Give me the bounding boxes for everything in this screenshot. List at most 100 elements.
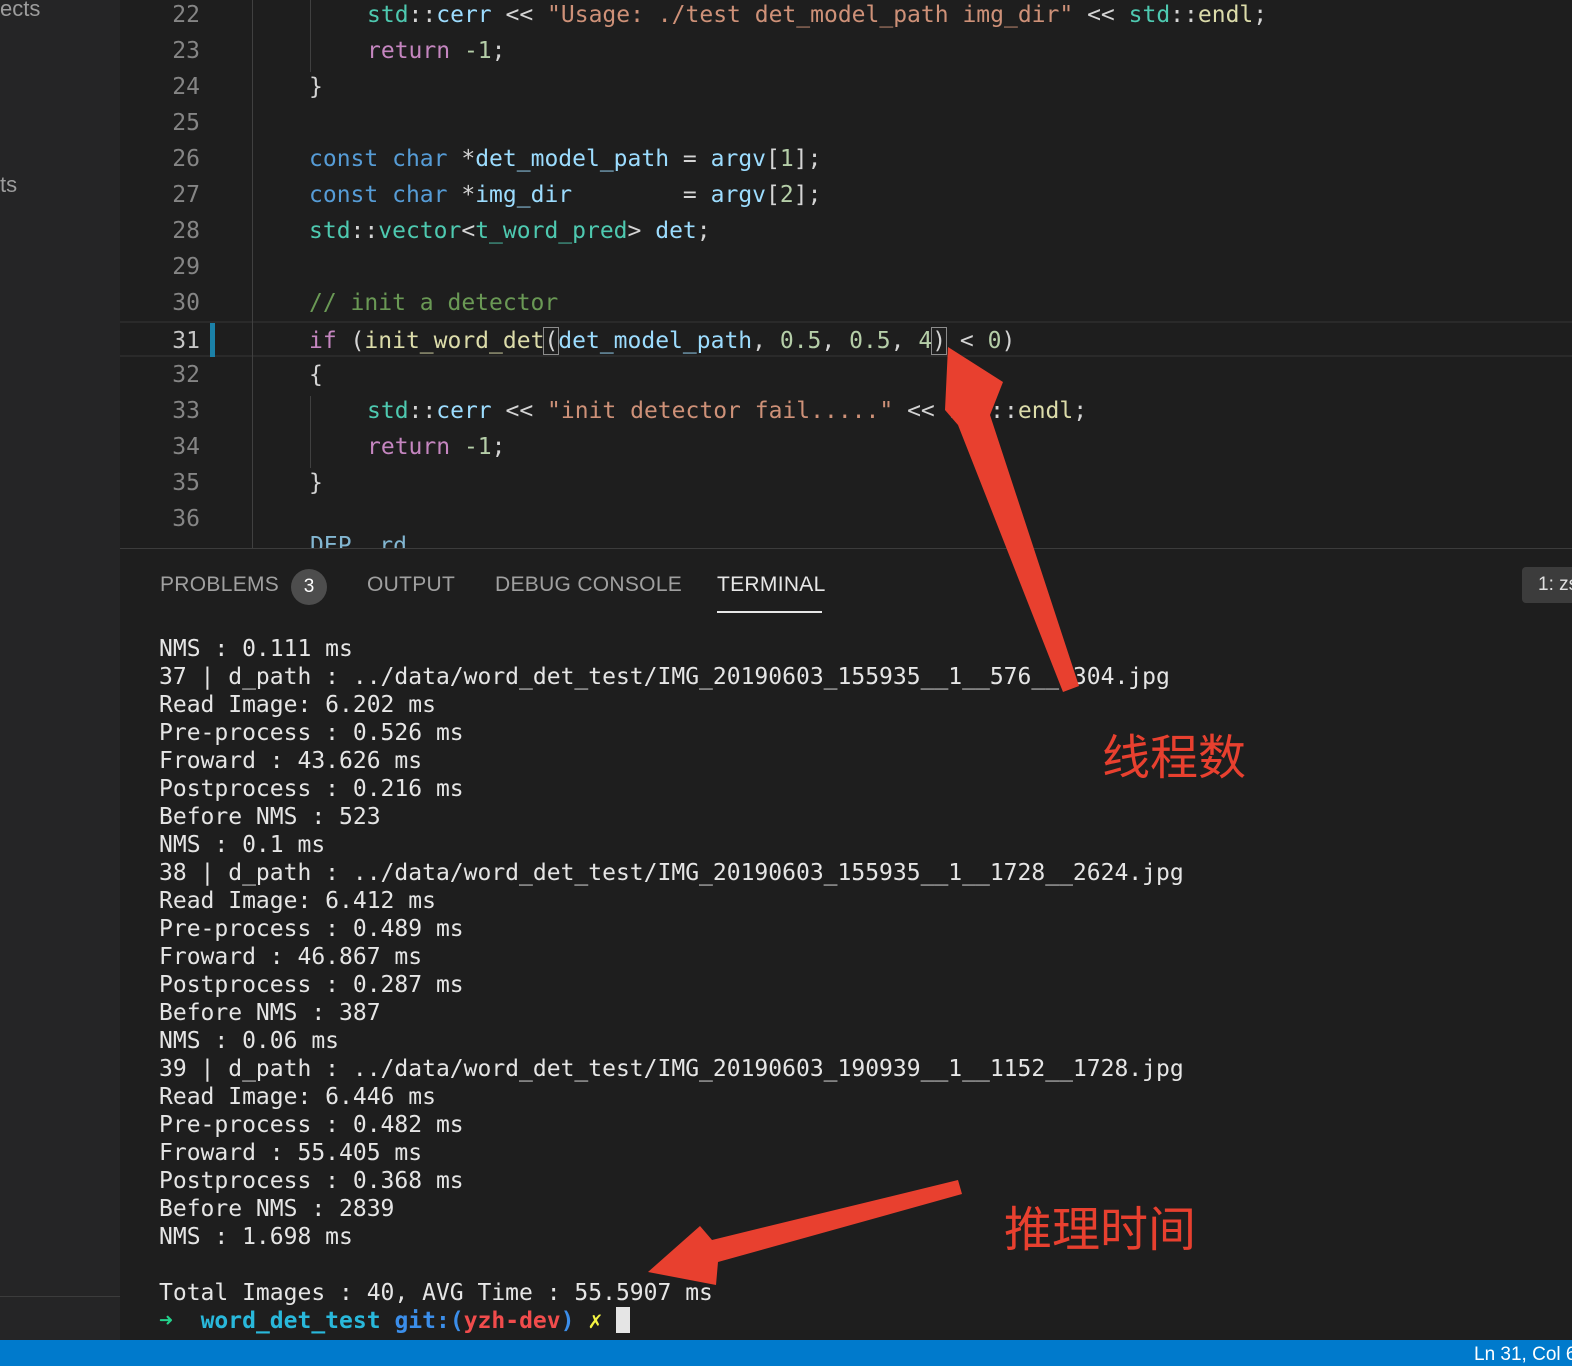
code-token: << [491,2,548,28]
tab-terminal[interactable]: TERMINAL [717,573,826,597]
code-text: } [309,465,323,501]
terminal-line: NMS : 0.06 ms [159,1028,340,1054]
code-token: ( [336,328,365,354]
prompt-git-label: git:( [394,1308,464,1334]
code-token: det_model_path [558,328,753,354]
code-token: 0.5 [779,328,822,354]
terminal-selector-dropdown[interactable]: 1: zsh [1522,567,1572,603]
code-line[interactable]: 25 [120,105,1572,141]
sidebar-fragment-text[interactable]: ects [0,0,40,22]
status-bar: Ln 31, Col 62 [0,1340,1572,1366]
code-line[interactable]: 28 std::vector<t_word_pred> det; [120,213,1572,249]
code-token: :: [408,398,437,424]
code-token: << [893,398,949,424]
terminal-line: NMS : 0.1 ms [159,832,326,858]
code-line[interactable]: 34 return -1; [120,429,1572,465]
code-token: , [821,328,850,354]
code-line[interactable]: 29 [120,249,1572,285]
code-token: , [890,328,919,354]
code-line[interactable]: 26 const char *det_model_path = argv[1]; [120,141,1572,177]
code-token: ]; [793,182,822,208]
terminal-line: NMS : 0.111 ms [159,636,353,662]
line-number: 33 [172,398,200,424]
code-line[interactable]: 30 // init a detector [120,285,1572,321]
code-token: :: [350,218,379,244]
code-token: :: [990,398,1018,424]
terminal-line: Read Image: 6.446 ms [159,1084,436,1110]
code-token: std [367,398,409,424]
code-line[interactable]: 32 { [120,357,1572,393]
terminal-line: NMS : 1.698 ms [159,1224,353,1250]
partial-code-line: DEP rd [310,533,407,548]
prompt-git-branch: yzh-dev [463,1308,561,1334]
code-line[interactable]: 27 const char *img_dir = argv[2]; [120,177,1572,213]
line-number: 23 [172,38,200,64]
bottom-panel: PROBLEMS 3 OUTPUT DEBUG CONSOLE TERMINAL… [120,548,1572,1340]
code-token: "init detector fail....." [547,398,894,424]
code-token: std [367,2,409,28]
code-line[interactable]: 31 if (init_word_det(det_model_path, 0.5,… [120,321,1572,357]
code-token: "Usage: ./test det_model_path img_dir" [547,2,1074,28]
code-token: ]; [793,146,822,172]
terminal-line: Froward : 55.405 ms [159,1140,423,1166]
tab-output[interactable]: OUTPUT [367,573,455,597]
line-number: 26 [172,146,200,172]
terminal-line: Froward : 46.867 ms [159,944,423,970]
code-token: = [572,182,711,208]
terminal-line: Froward : 43.626 ms [159,748,423,774]
prompt-git-close: ) [560,1308,575,1334]
code-token: 0 [987,328,1002,354]
code-token: ) [931,327,948,355]
code-token: * [447,182,476,208]
code-line[interactable]: 23 return -1; [120,33,1572,69]
code-line[interactable]: 33 std::cerr << "init detector fail....."… [120,393,1572,429]
code-text: if (init_word_det(det_model_path, 0.5, 0… [309,323,1015,359]
code-text: // init a detector [309,285,558,321]
line-number: 27 [172,182,200,208]
sidebar-fragment-text[interactable]: ts [0,172,17,198]
code-token: << [1073,2,1129,28]
code-token: std [1128,2,1171,28]
code-token: // init a detector [309,290,559,316]
terminal-line: Before NMS : 523 [159,804,381,830]
tab-problems[interactable]: PROBLEMS [160,573,279,597]
code-token: [ [766,182,780,208]
terminal-line: Postprocess : 0.287 ms [159,972,464,998]
code-token: ( [543,327,560,355]
code-text: } [309,69,323,105]
code-text: { [309,357,323,393]
tab-debug-console[interactable]: DEBUG CONSOLE [495,573,682,597]
code-token: ; [1073,398,1088,424]
line-number: 35 [172,470,200,496]
indent-guide [310,396,311,468]
code-line[interactable]: 22 std::cerr << "Usage: ./test det_model_… [120,0,1572,33]
code-token: } [309,470,323,496]
indent-guide [252,0,253,548]
terminal-output[interactable]: NMS : 0.111 ms 37 | d_path : ../data/word… [159,635,1559,1335]
code-token: < [461,218,476,244]
code-token: { [309,362,323,388]
code-editor[interactable]: 22 std::cerr << "Usage: ./test det_model_… [120,0,1572,548]
line-number: 28 [172,218,200,244]
code-line[interactable]: 35} [120,465,1572,501]
terminal-line: Pre-process : 0.526 ms [159,720,464,746]
code-line[interactable]: 24} [120,69,1572,105]
code-token: = [669,146,711,172]
code-token: endl [1017,398,1074,424]
terminal-prompt[interactable]: ➜ word_det_test git:(yzh-dev) ✗ [159,1307,1559,1335]
code-token: ; [491,38,506,64]
terminal-line: Before NMS : 387 [159,1000,381,1026]
cursor-position-status[interactable]: Ln 31, Col 62 [1474,1344,1572,1366]
code-token: :: [408,2,437,28]
terminal-line: Total Images : 40, AVG Time : 55.5907 ms [159,1280,713,1306]
code-token: ; [696,218,711,244]
terminal-line: 37 | d_path : ../data/word_det_test/IMG_… [159,664,1170,690]
code-token: std [948,398,991,424]
code-token: 1 [779,146,794,172]
prompt-directory: word_det_test [200,1308,381,1334]
code-token: :: [1170,2,1198,28]
code-token: return [367,38,451,64]
code-token: det_model_path [475,146,670,172]
